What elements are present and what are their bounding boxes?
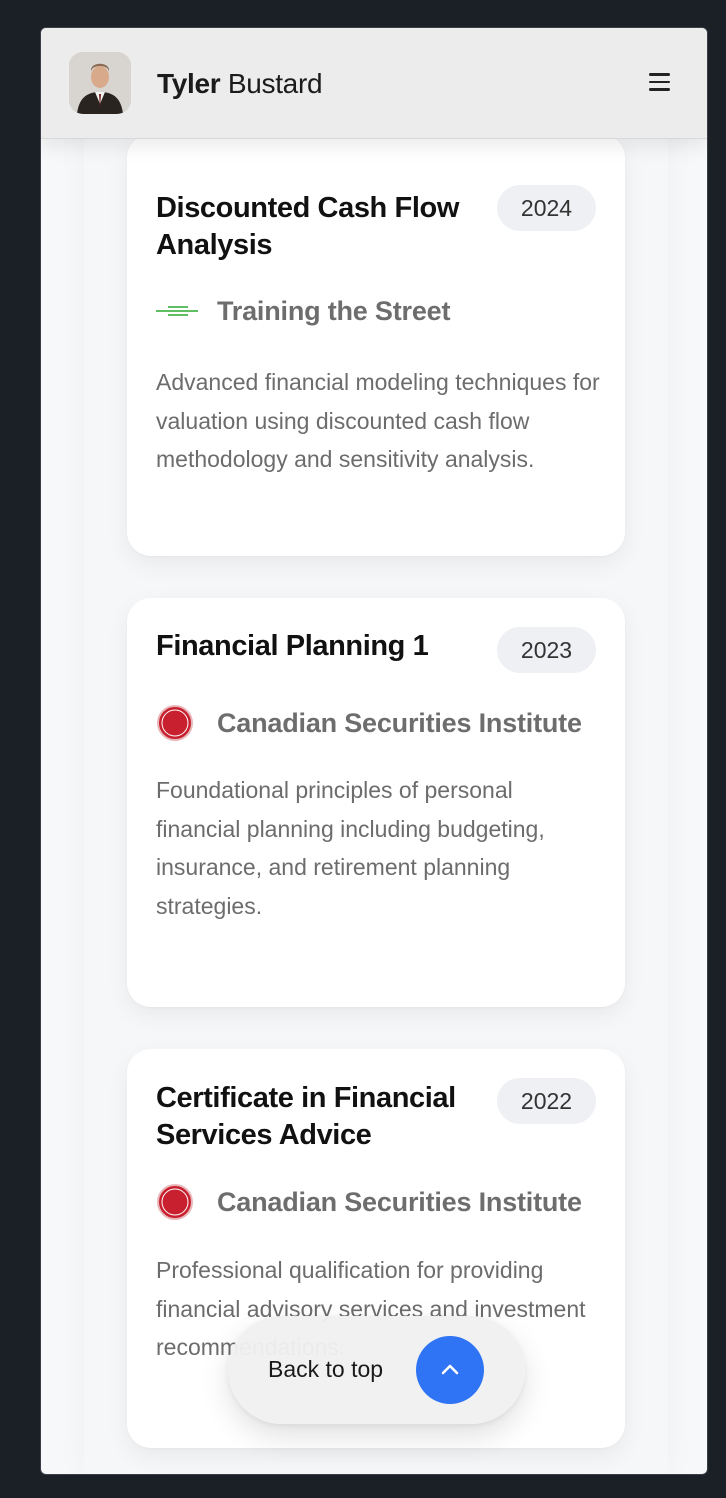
first-name: Tyler (157, 68, 221, 99)
menu-button[interactable] (641, 64, 677, 100)
issuer: Canadian Securities Institute (156, 703, 582, 743)
issuer: Canadian Securities Institute (156, 1182, 582, 1222)
profile-photo-icon (69, 52, 131, 114)
csi-logo-icon (156, 1182, 198, 1222)
issuer-name: Canadian Securities Institute (217, 1186, 582, 1217)
site-header: Tyler Bustard (41, 28, 707, 139)
certification-card: Discounted Cash Flow Analysis 2024 Train… (127, 134, 625, 556)
hamburger-icon-line (648, 80, 670, 84)
card-description: Foundational principles of personal fina… (156, 777, 545, 919)
issuer: Training the Street (156, 291, 450, 331)
site-title[interactable]: Tyler Bustard (157, 68, 323, 100)
hamburger-icon (648, 73, 670, 76)
back-to-top-label: Back to top (268, 1356, 384, 1382)
card-title: Discounted Cash Flow Analysis (156, 192, 459, 261)
last-name: Bustard (227, 68, 323, 99)
year-badge: 2022 (497, 1078, 596, 1124)
avatar[interactable] (69, 52, 131, 114)
card-title: Financial Planning 1 (156, 630, 429, 662)
year-badge: 2024 (497, 185, 596, 231)
back-to-top-circle[interactable] (416, 1336, 484, 1404)
card-description: Advanced financial modeling techniques f… (156, 369, 600, 472)
browser-viewport: Tyler Bustard Discounted Cash Flow Analy… (40, 27, 708, 1475)
issuer-name: Training the Street (217, 295, 451, 326)
csi-logo-icon (156, 703, 198, 743)
training-the-street-logo-icon (156, 291, 198, 331)
certification-card: Financial Planning 1 2023 Canadian Secur… (127, 598, 625, 1007)
back-to-top-button[interactable]: Back to top (228, 1316, 525, 1424)
year-badge: 2023 (497, 627, 596, 673)
chevron-up-icon (441, 1364, 459, 1375)
hamburger-icon-line (648, 88, 670, 91)
card-title: Certificate in Financial Services Advice (156, 1082, 456, 1151)
issuer-name: Canadian Securities Institute (217, 707, 582, 738)
